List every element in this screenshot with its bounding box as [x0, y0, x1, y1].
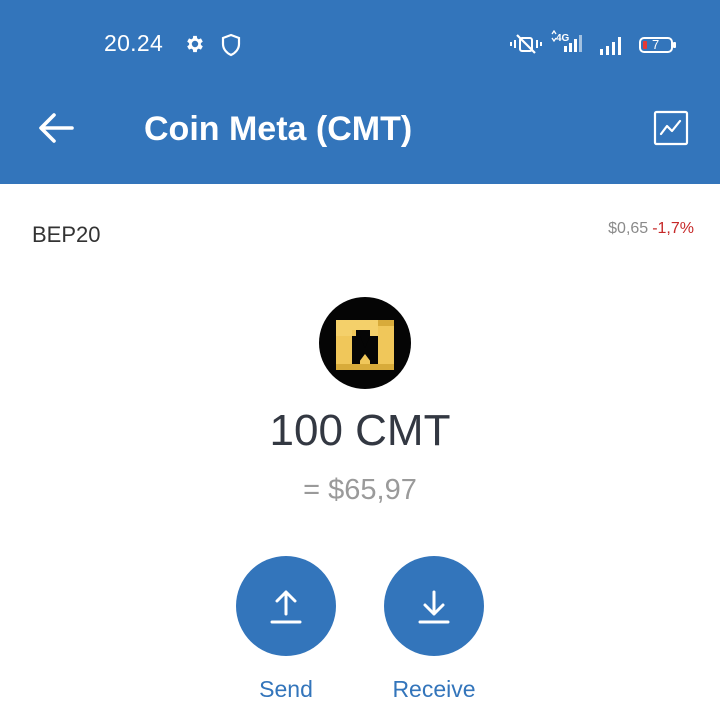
- back-arrow-icon[interactable]: [36, 108, 76, 148]
- download-arrow-icon: [418, 590, 450, 624]
- price-info: $0,65 -1,7%: [608, 220, 694, 238]
- receive-label[interactable]: Receive: [354, 676, 514, 703]
- chart-icon[interactable]: [653, 110, 689, 146]
- signal-icon: [600, 37, 621, 55]
- token-price: $0,65: [608, 220, 649, 237]
- upload-arrow-icon: [270, 590, 302, 624]
- receive-button[interactable]: [384, 556, 484, 656]
- shield-icon: [221, 33, 241, 57]
- gear-icon: [187, 35, 203, 53]
- status-time: 20.24: [104, 30, 164, 56]
- battery-level: 7: [652, 37, 660, 52]
- signal-4g-icon: 4G: [551, 30, 582, 52]
- app-header: 20.24 4G 7 Coin Meta (CMT): [0, 0, 720, 184]
- fiat-value: = $65,97: [303, 474, 417, 506]
- vibrate-mute-icon: [510, 34, 542, 54]
- send-button[interactable]: [236, 556, 336, 656]
- status-icons: 4G 7: [500, 30, 680, 60]
- network-label: BEP20: [32, 222, 101, 247]
- page-title: Coin Meta (CMT): [144, 110, 413, 148]
- coin-logo: [319, 297, 411, 389]
- send-label[interactable]: Send: [206, 676, 366, 703]
- token-balance: 100 CMT: [269, 406, 451, 455]
- price-change: -1,7%: [652, 220, 694, 237]
- network-type-text: 4G: [556, 33, 570, 44]
